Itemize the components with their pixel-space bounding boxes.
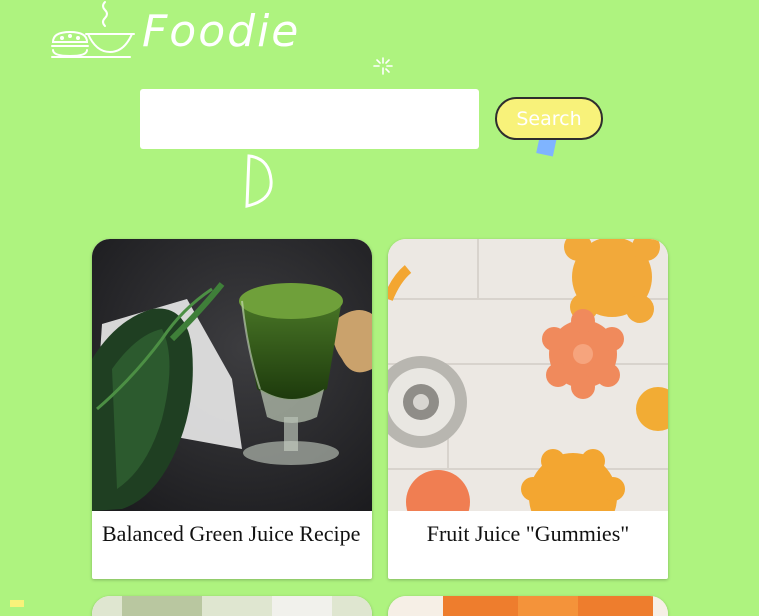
search-button[interactable]: Search [495,97,603,140]
recipe-card[interactable]: Fruit Juice "Gummies" [388,239,668,579]
recipe-image[interactable] [388,239,668,511]
recipe-card[interactable]: Balanced Green Juice Recipe [92,239,372,579]
sparkle-icon [373,57,393,75]
recipe-card-partial[interactable] [92,596,372,616]
recipe-image[interactable] [92,239,372,511]
recipe-card-partial[interactable] [388,596,668,616]
search-input[interactable] [140,89,479,149]
brand-title: Foodie [142,6,301,57]
recipe-image[interactable] [92,596,372,616]
recipe-title[interactable]: Fruit Juice "Gummies" [388,511,668,548]
recipe-title[interactable]: Balanced Green Juice Recipe [92,511,372,548]
decorative-mark [10,600,24,607]
recipe-image[interactable] [388,596,668,616]
food-logo-icon[interactable] [50,0,140,62]
d-doodle-icon [245,154,273,208]
